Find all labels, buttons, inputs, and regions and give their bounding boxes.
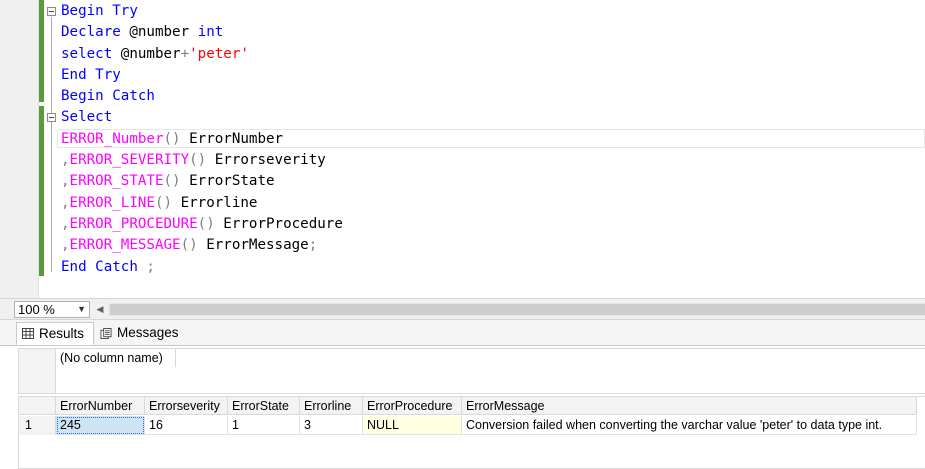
code-token: ERROR_LINE — [69, 194, 155, 211]
code-token: , — [61, 152, 70, 169]
code-token: ; — [146, 258, 155, 275]
code-token: () — [189, 152, 215, 169]
code-token: ERROR_PROCEDURE — [69, 215, 198, 232]
code-token: () — [154, 194, 181, 211]
code-line[interactable]: ,ERROR_STATE() ErrorState — [61, 171, 343, 192]
table-cell[interactable]: NULL — [363, 416, 462, 435]
code-token: Begin Catch — [61, 88, 155, 105]
outline-guide-line — [51, 17, 52, 272]
result-grid-2[interactable]: ErrorNumber Errorseverity ErrorState Err… — [18, 396, 925, 469]
row-header-column — [19, 349, 56, 393]
code-token: , — [61, 194, 70, 211]
code-token: () — [163, 173, 190, 190]
code-token: , — [61, 173, 70, 190]
code-token: () — [180, 237, 207, 254]
tab-messages-label: Messages — [117, 325, 179, 340]
query-editor[interactable]: Begin Try Declare @number int select @numb… — [0, 0, 925, 298]
code-token: () — [197, 215, 224, 232]
code-token: Select — [61, 109, 113, 126]
code-token: select — [61, 45, 121, 62]
table-cell[interactable]: 1 — [228, 416, 300, 435]
sql-code[interactable]: Begin Try Declare @number int select @numb… — [61, 1, 343, 278]
change-indicator-bar — [39, 106, 44, 276]
column-header[interactable]: (No column name) — [56, 349, 176, 367]
code-token: 'peter' — [189, 45, 249, 62]
dropdown-arrow-icon[interactable]: ▼ — [77, 302, 86, 317]
tab-results[interactable]: Results — [16, 322, 94, 345]
tab-messages[interactable]: Messages — [95, 322, 192, 345]
code-token: ERROR_STATE — [69, 173, 164, 190]
code-token: @number — [120, 45, 181, 62]
code-line[interactable]: ,ERROR_LINE() Errorline — [61, 193, 343, 214]
code-line[interactable]: End Catch ; — [61, 257, 343, 278]
scroll-left-icon[interactable]: ◀ — [94, 302, 106, 317]
grid-icon — [22, 328, 34, 339]
column-header[interactable]: ErrorMessage — [462, 397, 917, 415]
code-token: Errorline — [180, 194, 258, 211]
code-line[interactable]: Begin Try — [61, 1, 343, 22]
grid-corner[interactable] — [19, 397, 56, 415]
column-header[interactable]: ErrorProcedure — [363, 397, 462, 415]
code-token: int — [197, 24, 224, 41]
row-number[interactable]: 1 — [19, 416, 56, 435]
column-header[interactable]: Errorseverity — [145, 397, 228, 415]
code-line[interactable]: ,ERROR_MESSAGE() ErrorMessage; — [61, 235, 343, 256]
result-tabs: Results Messages — [0, 320, 925, 346]
code-token: End Catch — [61, 258, 147, 275]
code-token: ; — [308, 237, 318, 254]
code-token: Errorseverity — [214, 152, 326, 169]
code-line[interactable]: Begin Catch — [61, 86, 343, 107]
table-cell[interactable]: 16 — [145, 416, 228, 435]
table-cell[interactable]: 245 — [56, 416, 145, 435]
code-line[interactable]: Select — [61, 107, 343, 128]
code-token: ErrorMessage — [206, 237, 309, 254]
code-token: @number — [129, 24, 198, 41]
change-indicator-bar — [39, 0, 44, 102]
code-line[interactable]: ERROR_Number() ErrorNumber — [61, 129, 343, 150]
code-line[interactable]: End Try — [61, 65, 343, 86]
code-token: ErrorState — [189, 173, 275, 190]
code-line[interactable]: Declare @number int — [61, 22, 343, 43]
zoom-value: 100 % — [18, 302, 55, 317]
column-header[interactable]: ErrorState — [228, 397, 300, 415]
code-line[interactable]: select @number+'peter' — [61, 44, 343, 65]
table-cell[interactable]: 3 — [300, 416, 363, 435]
editor-gutter — [0, 0, 39, 298]
code-token: () — [163, 130, 190, 147]
collapse-toggle-begin-try[interactable] — [47, 7, 56, 16]
collapse-toggle-select[interactable] — [47, 113, 56, 122]
code-line[interactable]: ,ERROR_PROCEDURE() ErrorProcedure — [61, 214, 343, 235]
code-token: ERROR_SEVERITY — [69, 152, 190, 169]
code-line[interactable]: ,ERROR_SEVERITY() Errorseverity — [61, 150, 343, 171]
column-header[interactable]: Errorline — [300, 397, 363, 415]
code-token: ERROR_Number — [61, 130, 164, 147]
messages-icon — [100, 328, 112, 339]
code-token: , — [61, 237, 70, 254]
results-pane: (No column name) ErrorNumber Errorseveri… — [0, 346, 925, 469]
code-token: Declare — [61, 24, 130, 41]
code-token: Begin Try — [61, 3, 138, 19]
code-token: ErrorProcedure — [223, 215, 343, 232]
tab-results-label: Results — [39, 326, 85, 341]
table-cell[interactable]: Conversion failed when converting the va… — [462, 416, 917, 435]
editor-status-bar: 100 % ▼ ◀ — [0, 298, 925, 320]
code-token: , — [61, 215, 70, 232]
result-grid-1[interactable]: (No column name) — [18, 348, 925, 394]
code-token: + — [180, 45, 190, 62]
column-header[interactable]: ErrorNumber — [56, 397, 145, 415]
horizontal-scrollbar-thumb[interactable] — [110, 304, 925, 315]
code-token: ERROR_MESSAGE — [69, 237, 181, 254]
zoom-dropdown[interactable]: 100 % ▼ — [14, 301, 90, 318]
code-token: ErrorNumber — [189, 130, 284, 147]
code-token: End Try — [61, 66, 121, 83]
